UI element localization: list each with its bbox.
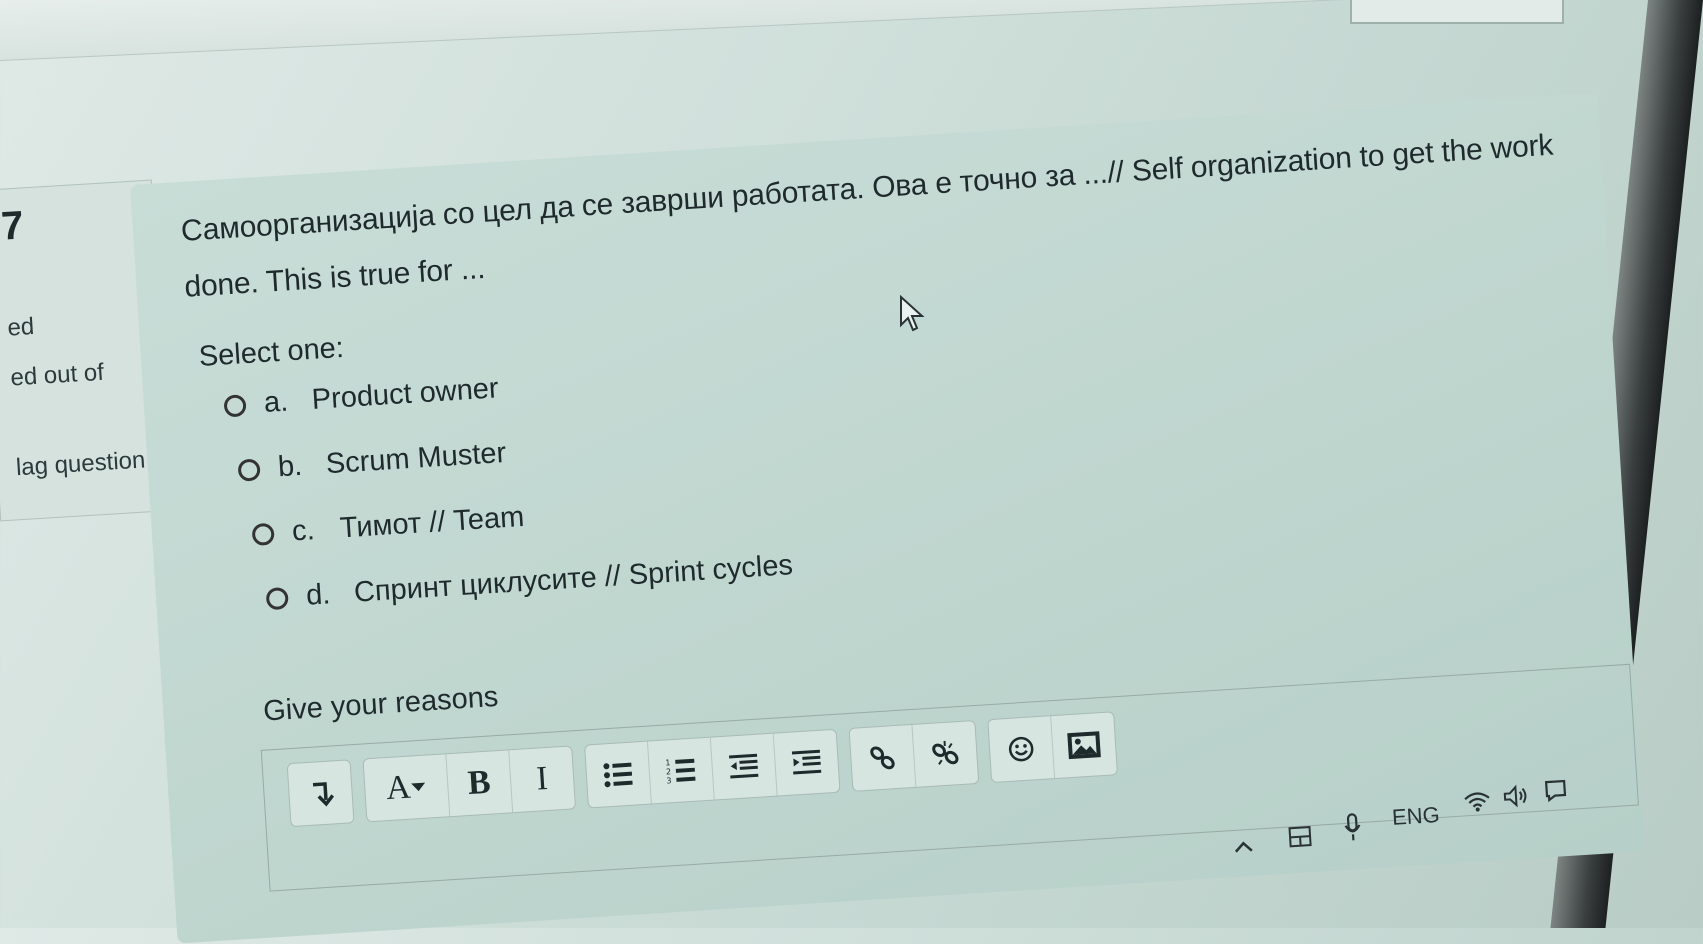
dropdown-caret-icon	[411, 782, 426, 792]
input-language-indicator[interactable]: ENG	[1391, 802, 1440, 831]
expand-icon	[312, 782, 335, 807]
notification-icon	[1544, 779, 1567, 803]
unordered-list-button[interactable]	[585, 741, 652, 808]
give-reasons-label: Give your reasons	[262, 680, 500, 728]
answer-option-c[interactable]: c. Тимот // Team	[251, 501, 525, 551]
toolbar-group-links	[848, 719, 980, 792]
outdent-button[interactable]	[710, 733, 778, 800]
question-number: 7	[0, 203, 25, 249]
ordered-list-icon: 123	[665, 758, 696, 785]
select-one-label: Select one:	[197, 331, 345, 373]
unlink-icon	[932, 740, 959, 765]
toolbar-group-expand	[286, 759, 355, 828]
volume-icon	[1503, 784, 1527, 808]
link-button[interactable]	[849, 724, 917, 791]
answer-letter: c.	[291, 514, 316, 548]
question-status: ed	[6, 312, 35, 342]
touch-keyboard-button[interactable]	[1287, 825, 1312, 848]
question-marks: ed out of	[9, 358, 105, 392]
volume-button[interactable]	[1502, 783, 1531, 809]
answer-letter: a.	[262, 385, 290, 419]
flag-question-link[interactable]: lag question	[15, 446, 146, 482]
svg-text:3: 3	[666, 776, 672, 785]
italic-button[interactable]: I	[509, 746, 575, 812]
notification-center-button[interactable]	[1542, 775, 1570, 803]
image-button[interactable]	[1051, 712, 1117, 778]
svg-text:1: 1	[665, 758, 671, 767]
bold-button[interactable]: B	[446, 750, 514, 817]
indent-icon	[791, 749, 822, 775]
answer-text: Product owner	[310, 372, 500, 416]
answer-option-d[interactable]: d. Спринт циклусите // Sprint cycles	[265, 549, 794, 615]
indent-button[interactable]	[774, 730, 840, 796]
radio-button-d[interactable]	[265, 586, 289, 610]
link-icon	[870, 746, 895, 770]
unordered-list-icon	[603, 762, 633, 788]
answer-text: Спринт циклусите // Sprint cycles	[353, 549, 794, 609]
emoji-button[interactable]	[988, 716, 1056, 783]
question-text: Самоорганизација со цел да се заврши раб…	[179, 128, 1555, 304]
toolbar-group-lists: 123	[584, 728, 841, 809]
image-icon	[1067, 731, 1101, 760]
show-hidden-icons-button[interactable]	[1233, 839, 1254, 854]
answer-letter: d.	[305, 578, 332, 612]
font-label: A	[384, 768, 412, 808]
chevron-up-icon	[1234, 841, 1253, 853]
outdent-icon	[729, 753, 759, 779]
font-style-button[interactable]: A	[363, 754, 451, 822]
toolbar-group-format: A B I	[362, 745, 577, 823]
wifi-button[interactable]	[1463, 790, 1492, 814]
mouse-cursor-icon	[900, 295, 925, 332]
answer-letter: b.	[277, 449, 304, 484]
header-box	[1350, 0, 1564, 24]
emoji-icon	[1008, 736, 1034, 762]
editor-toolbar: A B I 123	[286, 711, 1130, 828]
answer-option-a[interactable]: a. Product owner	[223, 372, 500, 422]
unlink-button[interactable]	[912, 721, 978, 787]
ordered-list-button[interactable]: 123	[647, 737, 715, 804]
radio-button-a[interactable]	[223, 393, 247, 418]
microphone-button[interactable]	[1342, 812, 1364, 843]
radio-button-b[interactable]	[237, 457, 261, 482]
answer-option-b[interactable]: b. Scrum Muster	[237, 437, 507, 487]
answer-text: Scrum Muster	[324, 436, 508, 481]
touch-keyboard-icon	[1288, 826, 1312, 848]
answer-text: Тимот // Team	[338, 500, 526, 545]
expand-toolbar-button[interactable]	[288, 760, 354, 826]
svg-text:2: 2	[666, 767, 672, 776]
wifi-icon	[1464, 792, 1490, 812]
radio-button-c[interactable]	[251, 522, 275, 546]
toolbar-group-media	[987, 711, 1119, 784]
microphone-icon	[1344, 813, 1361, 841]
